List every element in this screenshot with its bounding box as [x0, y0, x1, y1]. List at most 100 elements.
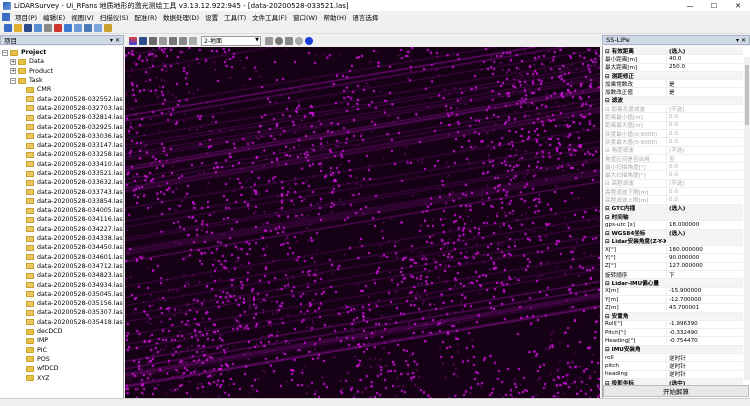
las-file-item[interactable]: data-20200528-035307.las — [2, 308, 123, 317]
las-file-item[interactable]: data-20200528-033258.las — [2, 150, 123, 159]
menu-file-tools[interactable]: 文件工具(F) — [249, 12, 290, 22]
open-icon[interactable] — [14, 23, 22, 32]
property-row[interactable]: ⊟ 时间轴 — [605, 212, 743, 222]
las-file-item[interactable]: data-20200528-033632.las — [2, 178, 123, 187]
tree-root[interactable]: − Project — [2, 48, 123, 57]
property-value[interactable]: 逆时针 — [666, 353, 743, 362]
measure-icon[interactable] — [265, 36, 273, 45]
las-file-item[interactable]: data-20200528-034116.las — [2, 215, 123, 224]
property-row[interactable]: ⊟ Lidar安装角度(Z-Y-X) — [605, 237, 743, 247]
property-value[interactable]: 90.000000 — [666, 255, 743, 262]
las-file-item[interactable]: data-20200528-033743.las — [2, 187, 123, 196]
task-folder-item[interactable]: decDCD — [2, 327, 123, 336]
menu-help[interactable]: 帮助(H) — [320, 12, 349, 22]
las-file-item[interactable]: data-20200528-034005.las — [2, 206, 123, 215]
property-value[interactable]: 0.0 — [666, 114, 743, 121]
property-value[interactable]: 0.0 — [666, 196, 743, 203]
point-cloud-canvas[interactable] — [125, 47, 600, 398]
scrollbar-thumb[interactable] — [745, 65, 749, 125]
tool-icon[interactable] — [104, 23, 112, 32]
select-icon[interactable] — [285, 36, 293, 45]
tree-item-task[interactable]: − Task — [2, 76, 123, 85]
las-file-item[interactable]: data-20200528-034601.las — [2, 253, 123, 262]
sphere-icon[interactable] — [295, 36, 303, 45]
property-value[interactable]: -0.332490 — [666, 329, 743, 336]
minimize-button[interactable]: — — [678, 0, 702, 11]
property-value[interactable]: 是 — [666, 79, 743, 88]
registration-icon[interactable] — [74, 23, 82, 32]
property-row[interactable]: Y[°] 90.000000 — [605, 254, 743, 263]
menu-language[interactable]: 语言选择 — [349, 12, 381, 22]
menu-data-processing[interactable]: 数据处理(D) — [160, 12, 202, 22]
task-folder-item[interactable]: IMP — [2, 336, 123, 345]
property-row[interactable]: Roll[°] -1.996390 — [605, 321, 743, 330]
las-file-item[interactable]: data-20200528-033410.las — [2, 160, 123, 169]
property-value[interactable]: 下 — [666, 270, 743, 279]
fit-icon[interactable] — [189, 36, 197, 45]
tree-item-product[interactable]: + Product — [2, 67, 123, 76]
close-button[interactable]: ✕ — [726, 0, 750, 11]
menu-settings[interactable]: 设置 — [202, 12, 221, 22]
menu-tools[interactable]: 工具(T) — [221, 12, 249, 22]
property-value[interactable]: (选入) — [666, 229, 743, 238]
new-icon[interactable] — [4, 23, 12, 32]
menu-window[interactable]: 窗口(W) — [290, 12, 321, 22]
maximize-button[interactable]: ☐ — [702, 0, 726, 11]
las-file-item[interactable]: data-20200528-033854.las — [2, 197, 123, 206]
las-file-item[interactable]: data-20200528-032925.las — [2, 122, 123, 131]
property-value[interactable]: 逆时针 — [666, 370, 743, 379]
property-row[interactable]: Pitch[°] -0.332490 — [605, 329, 743, 338]
collapse-icon[interactable]: − — [10, 77, 16, 84]
property-value[interactable]: (不选) — [666, 146, 743, 155]
tree-item-data[interactable]: + Data — [2, 57, 123, 66]
property-value[interactable]: 40.0 — [666, 55, 743, 62]
property-value[interactable]: 127.000000 — [666, 263, 743, 270]
export-icon[interactable] — [44, 23, 52, 32]
scanner-icon[interactable] — [64, 23, 72, 32]
settings-icon[interactable] — [94, 23, 102, 32]
property-value[interactable]: 0.0 — [666, 122, 743, 129]
collapse-icon[interactable]: − — [2, 49, 8, 56]
las-file-item[interactable]: data-20200528-035045.las — [2, 290, 123, 299]
property-value[interactable]: 0.0 — [666, 188, 743, 195]
property-row[interactable]: ⊟ Lidar-IMU偏心量 — [605, 279, 743, 288]
las-file-item[interactable]: data-20200528-034712.las — [2, 262, 123, 271]
task-folder-item[interactable]: PIC — [2, 346, 123, 355]
property-value[interactable]: (选入) — [666, 46, 743, 55]
panel-pin-icon[interactable]: ▾ ✕ — [736, 37, 746, 44]
property-value[interactable]: 43.700001 — [666, 304, 743, 311]
las-file-item[interactable]: data-20200528-034934.las — [2, 280, 123, 289]
delete-icon[interactable] — [54, 23, 62, 32]
expand-icon[interactable]: + — [10, 58, 16, 65]
pan-icon[interactable] — [159, 36, 167, 45]
menu-project[interactable]: 项目(P) — [12, 12, 40, 22]
properties-scrollbar[interactable] — [744, 57, 750, 380]
clip-icon[interactable] — [275, 36, 283, 45]
property-value[interactable]: (选入) — [666, 204, 743, 213]
property-value[interactable]: 0.0 — [666, 172, 743, 179]
property-value[interactable]: 250.0 — [666, 64, 743, 71]
property-value[interactable]: 0.0 — [666, 138, 743, 145]
las-file-item[interactable]: data-20200528-032703.las — [2, 104, 123, 113]
las-file-item[interactable]: data-20200528-034450.las — [2, 243, 123, 252]
blue-dot-icon[interactable] — [305, 36, 313, 45]
las-file-item[interactable]: data-20200528-035418.las — [2, 318, 123, 327]
export-view-icon[interactable] — [149, 36, 157, 45]
property-value[interactable]: -12.700000 — [666, 296, 743, 303]
task-folder-item[interactable]: wfDCD — [2, 364, 123, 373]
task-folder-item[interactable]: POS — [2, 355, 123, 364]
las-file-item[interactable]: data-20200528-033036.las — [2, 132, 123, 141]
property-value[interactable]: -15.900000 — [666, 288, 743, 295]
zoom-icon[interactable] — [179, 36, 187, 45]
menu-edit[interactable]: 编辑(E) — [40, 12, 68, 22]
property-value[interactable]: 逆时针 — [666, 361, 743, 370]
start-solve-button[interactable]: 开始解算 — [603, 385, 749, 397]
property-value[interactable]: (不选) — [666, 179, 743, 188]
las-file-item[interactable]: data-20200528-034823.las — [2, 271, 123, 280]
las-file-item[interactable]: data-20200528-032814.las — [2, 113, 123, 122]
menu-registration[interactable]: 配准(R) — [131, 12, 160, 22]
property-value[interactable]: -1.996390 — [666, 321, 743, 328]
import-icon[interactable] — [34, 23, 42, 32]
las-file-item[interactable]: data-20200528-032552.las — [2, 94, 123, 103]
save-icon[interactable] — [24, 23, 32, 32]
